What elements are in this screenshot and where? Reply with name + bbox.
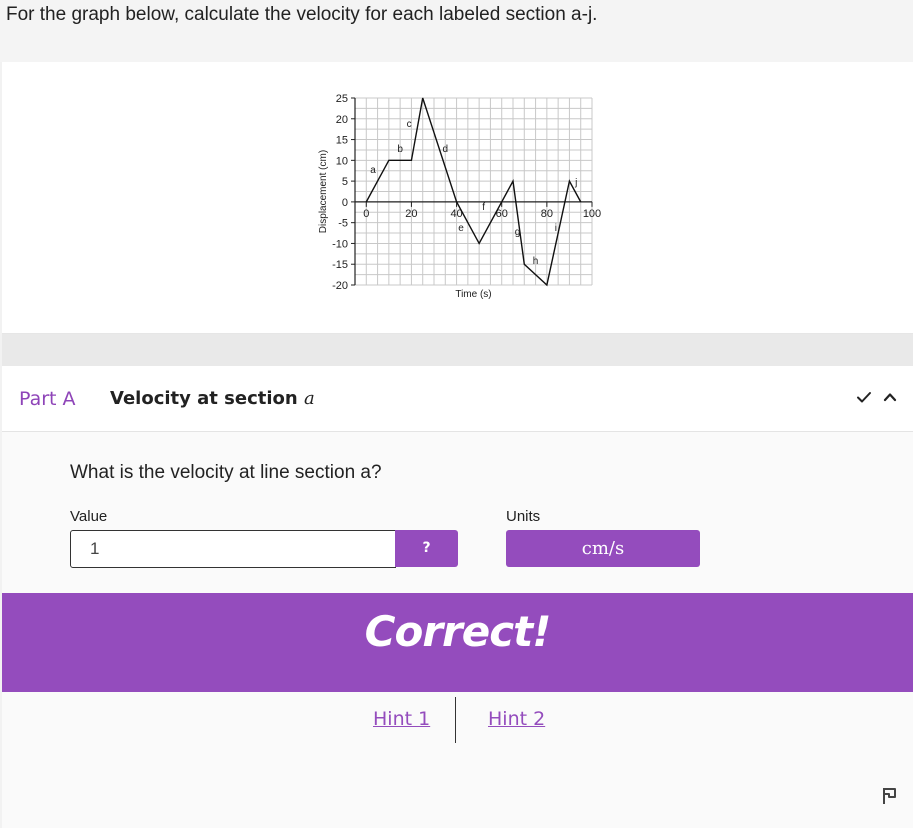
y-tick-label: 20 — [336, 114, 348, 126]
feedback-banner: Correct! — [2, 593, 913, 692]
part-title-variable: a — [303, 388, 315, 409]
part-title: Velocity at section a — [110, 388, 315, 409]
x-tick-label: 80 — [541, 208, 553, 220]
separator-band — [2, 334, 913, 366]
displacement-time-graph: 2520151050-5-10-15-200 20 40 60 80 100 abcdef… — [318, 93, 601, 300]
section-label-e: e — [458, 223, 464, 234]
help-button[interactable]: ? — [395, 530, 458, 567]
graph-card: 25 20 15 10 5 0 -5 -10 -15 -20 0 20 40 60 80 100 abcdef… — [2, 62, 913, 334]
y-tick-label: 0 — [342, 197, 348, 209]
part-label: Part A — [19, 388, 76, 410]
section-label-d: d — [443, 144, 449, 155]
part-a-header[interactable]: Part A Velocity at section a — [2, 366, 913, 432]
question-text: For the graph below, calculate the veloc… — [6, 4, 598, 25]
y-tick-label: 15 — [336, 135, 348, 147]
check-icon — [857, 392, 871, 403]
y-axis-label: Displacement (cm) — [318, 150, 329, 233]
section-label-g: g — [515, 227, 521, 238]
section-label-c: c — [407, 119, 412, 130]
section-label-b: b — [397, 144, 403, 155]
chevron-up-icon[interactable] — [881, 388, 899, 406]
hint-divider — [455, 697, 456, 743]
question-header: For the graph below, calculate the veloc… — [0, 0, 913, 62]
y-tick-label: -20 — [332, 280, 348, 292]
y-tick-label: -15 — [332, 259, 348, 271]
units-label: Units — [506, 508, 541, 525]
y-tick-label: 10 — [336, 155, 348, 167]
x-tick-label: 0 — [363, 208, 369, 220]
section-label-j: j — [574, 177, 577, 188]
hint-1-link[interactable]: Hint 1 — [373, 708, 430, 730]
chart-section-labels: a b c d e f g h i j — [370, 119, 577, 267]
y-tick-label: 25 — [336, 93, 348, 105]
part-title-text: Velocity at section — [110, 388, 298, 409]
chart-tick-labels: 2520151050-5-10-15-200 20 40 60 80 100 — [332, 93, 601, 292]
y-tick-label: -5 — [338, 218, 348, 230]
section-label-h: h — [533, 256, 539, 267]
x-tick-label: 100 — [583, 208, 601, 220]
value-input[interactable] — [70, 530, 396, 568]
question-prompt: What is the velocity at line section a? — [70, 462, 382, 483]
y-tick-label: 5 — [342, 176, 348, 188]
flag-icon[interactable] — [882, 787, 898, 805]
section-label-f: f — [482, 202, 485, 213]
chart-grid — [355, 97, 593, 286]
part-a-panel: Part A Velocity at section a What is the… — [2, 366, 913, 828]
value-label: Value — [70, 508, 108, 525]
x-axis-label: Time (s) — [455, 289, 491, 300]
units-selector[interactable]: cm/s — [506, 530, 700, 567]
x-tick-label: 20 — [405, 208, 417, 220]
feedback-text: Correct! — [364, 607, 552, 656]
y-tick-label: -10 — [332, 238, 348, 250]
section-label-a: a — [370, 165, 376, 176]
section-label-i: i — [555, 223, 557, 234]
hint-2-link[interactable]: Hint 2 — [488, 708, 545, 730]
